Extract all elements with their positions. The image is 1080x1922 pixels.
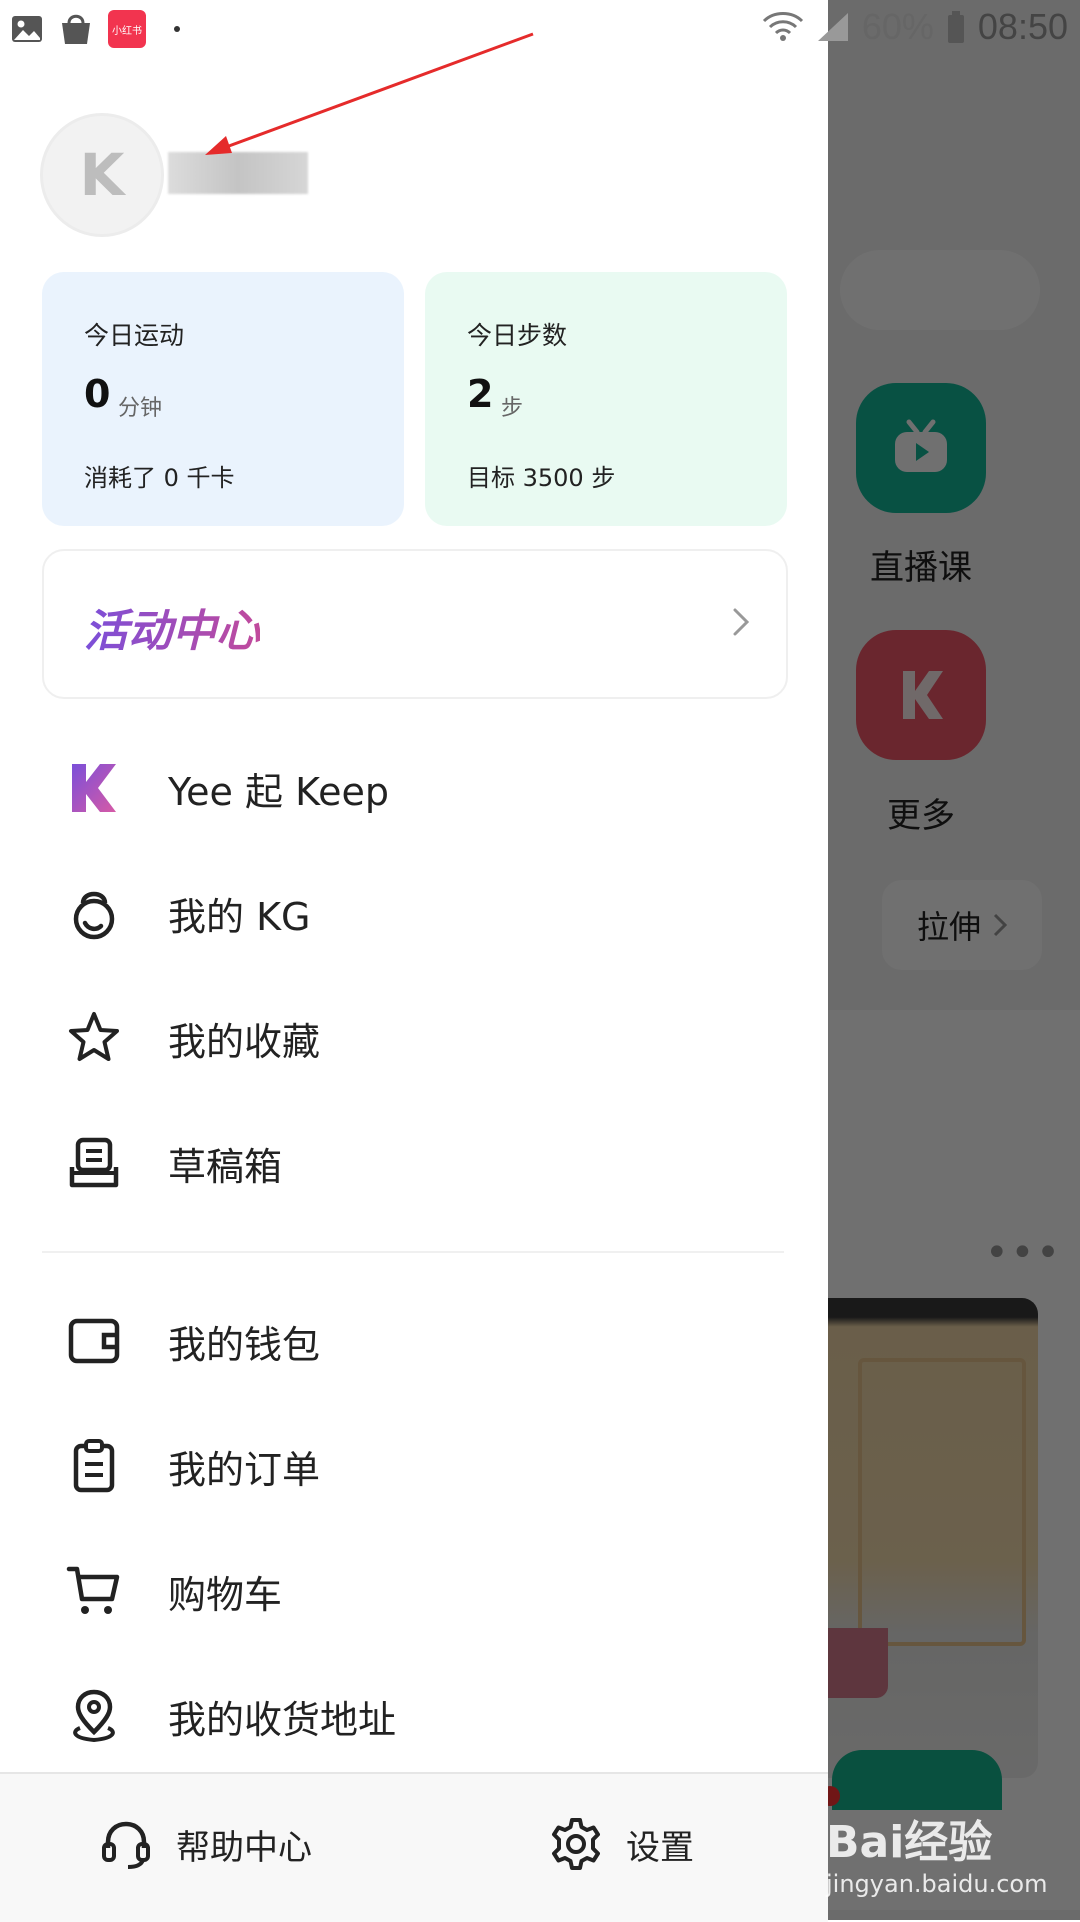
activity-center-card[interactable]: 活动中心 — [42, 549, 788, 699]
wallet-icon — [68, 1318, 120, 1364]
side-drawer: K 今日运动 0 分钟 消耗了 0 千卡 今日步数 2 步 目标 3500 步 … — [0, 0, 828, 1922]
menu-item-cart[interactable]: 购物车 — [0, 1536, 828, 1646]
drafts-icon — [69, 1137, 119, 1188]
menu-label: 我的收藏 — [168, 1019, 321, 1064]
menu-label: 我的收货地址 — [168, 1697, 397, 1742]
menu-item-yee-keep[interactable]: Yee 起 Keep — [0, 733, 828, 843]
activity-center-label: 活动中心 — [84, 595, 260, 659]
watermark-brand: Bai经验 — [826, 1817, 993, 1868]
kettlebell-icon — [73, 891, 115, 940]
cart-icon — [66, 1566, 120, 1614]
star-icon — [69, 1012, 119, 1061]
steps-unit: 步 — [501, 396, 524, 421]
location-pin-icon — [73, 1689, 115, 1743]
menu-item-drafts[interactable]: 草稿箱 — [0, 1108, 828, 1218]
settings-label: 设置 — [626, 1827, 694, 1868]
exercise-title: 今日运动 — [84, 321, 185, 350]
annotation-arrow — [205, 32, 534, 155]
baidu-watermark: Bai经验 jingyan.baidu.com — [826, 1806, 1076, 1916]
today-steps-card[interactable]: 今日步数 2 步 目标 3500 步 — [425, 272, 787, 526]
settings-button[interactable]: 设置 — [548, 1816, 694, 1872]
clipboard-icon — [73, 1439, 115, 1493]
chevron-right-icon — [733, 608, 750, 636]
menu-label: 我的订单 — [168, 1447, 321, 1492]
menu-divider — [42, 1251, 784, 1253]
menu-label: Yee 起 Keep — [168, 769, 389, 814]
steps-value: 2 — [467, 372, 494, 416]
menu-item-my-kg[interactable]: 我的 KG — [0, 858, 828, 968]
exercise-value: 0 — [84, 372, 111, 416]
menu-item-address[interactable]: 我的收货地址 — [0, 1661, 828, 1771]
steps-title: 今日步数 — [467, 321, 568, 350]
drawer-bottom-bar: 帮助中心 设置 — [0, 1772, 828, 1922]
keep-logo-icon — [72, 764, 116, 812]
exercise-unit: 分钟 — [118, 396, 163, 421]
steps-goal: 目标 3500 步 — [467, 464, 616, 492]
help-center-label: 帮助中心 — [176, 1827, 312, 1868]
exercise-calories: 消耗了 0 千卡 — [84, 464, 235, 492]
menu-label: 购物车 — [168, 1572, 283, 1617]
menu-label: 我的 KG — [168, 894, 311, 939]
today-exercise-card[interactable]: 今日运动 0 分钟 消耗了 0 千卡 — [42, 272, 404, 526]
help-center-button[interactable]: 帮助中心 — [98, 1816, 312, 1872]
headset-icon — [102, 1821, 150, 1869]
gear-icon — [552, 1818, 600, 1870]
menu-item-orders[interactable]: 我的订单 — [0, 1411, 828, 1521]
menu-item-favorites[interactable]: 我的收藏 — [0, 983, 828, 1093]
menu-label: 草稿箱 — [168, 1144, 283, 1189]
menu-label: 我的钱包 — [168, 1322, 321, 1367]
watermark-url: jingyan.baidu.com — [826, 1870, 1048, 1898]
menu-item-wallet[interactable]: 我的钱包 — [0, 1286, 828, 1396]
